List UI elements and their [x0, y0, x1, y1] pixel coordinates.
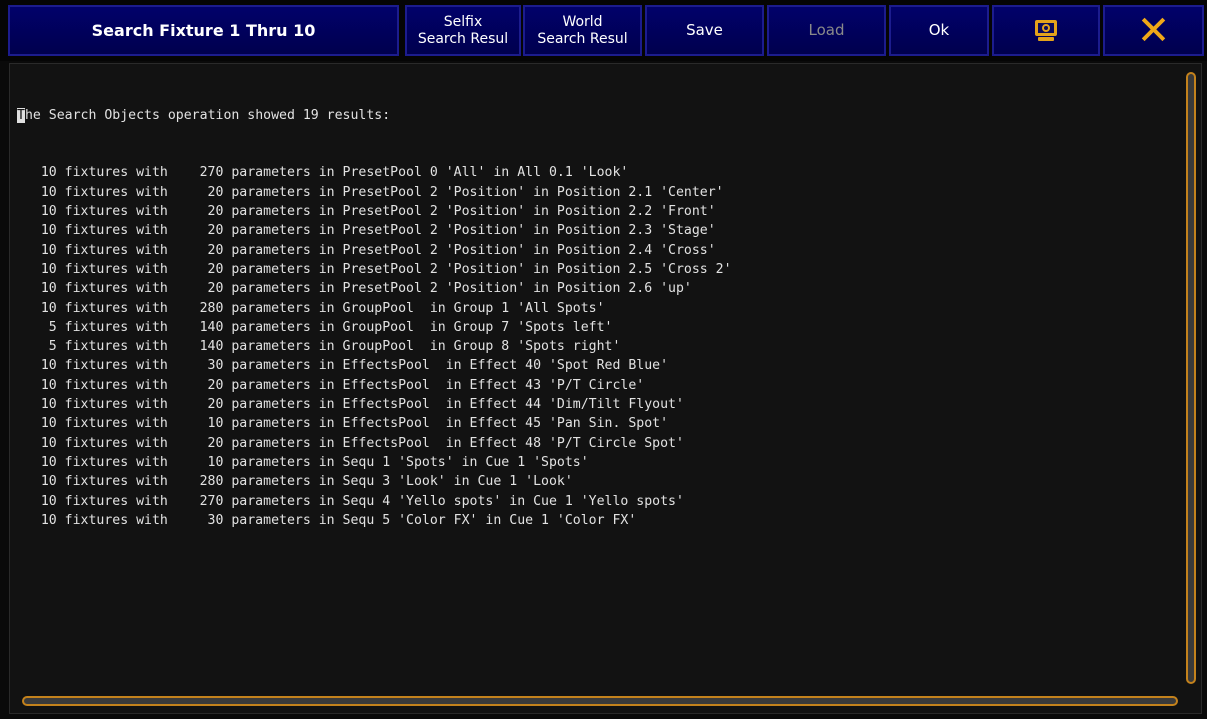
load-label: Load — [808, 21, 845, 39]
selfix-search-result-button[interactable]: Selfix Search Resul — [405, 5, 521, 56]
result-line: 10 fixtures with 20 parameters in Preset… — [17, 261, 732, 277]
title-bar: Search Fixture 1 Thru 10 Selfix Search R… — [0, 0, 1207, 61]
result-line: 10 fixtures with 20 parameters in Preset… — [17, 223, 716, 239]
close-button[interactable]: ✕ — [1103, 5, 1204, 56]
monitor-icon — [1033, 19, 1059, 42]
result-line: 10 fixtures with 30 parameters in Sequ 5… — [17, 512, 637, 528]
result-line: 10 fixtures with 20 parameters in Effect… — [17, 435, 684, 451]
screen-button[interactable] — [992, 5, 1100, 56]
close-icon: ✕ — [1136, 7, 1171, 54]
save-button[interactable]: Save — [645, 5, 764, 56]
window-title-text: Search Fixture 1 Thru 10 — [91, 21, 316, 40]
world-label: World — [562, 13, 603, 30]
search-results-panel: The Search Objects operation showed 19 r… — [9, 63, 1202, 714]
result-line: 10 fixtures with 20 parameters in Preset… — [17, 184, 724, 200]
result-line: 10 fixtures with 270 parameters in Sequ … — [17, 493, 684, 509]
result-line: 10 fixtures with 20 parameters in Preset… — [17, 281, 692, 297]
result-line: 10 fixtures with 280 parameters in Group… — [17, 300, 605, 316]
result-line: 10 fixtures with 20 parameters in Preset… — [17, 204, 716, 220]
result-line: 10 fixtures with 30 parameters in Effect… — [17, 358, 669, 374]
ok-label: Ok — [928, 21, 950, 39]
ok-button[interactable]: Ok — [889, 5, 989, 56]
result-line: 5 fixtures with 140 parameters in GroupP… — [17, 339, 621, 355]
results-header: The Search Objects operation showed 19 r… — [17, 106, 1179, 125]
result-line: 10 fixtures with 20 parameters in Effect… — [17, 377, 645, 393]
load-button[interactable]: Load — [767, 5, 886, 56]
result-line: 10 fixtures with 280 parameters in Sequ … — [17, 474, 573, 490]
search-results-output: The Search Objects operation showed 19 r… — [17, 67, 1179, 687]
selfix-sublabel: Search Resul — [417, 30, 509, 47]
result-line: 10 fixtures with 10 parameters in Sequ 1… — [17, 454, 589, 470]
result-line: 10 fixtures with 10 parameters in Effect… — [17, 416, 669, 432]
result-line: 10 fixtures with 270 parameters in Prese… — [17, 165, 629, 181]
save-label: Save — [686, 21, 723, 39]
world-search-result-button[interactable]: World Search Resul — [523, 5, 642, 56]
world-sublabel: Search Resul — [537, 30, 628, 47]
result-line: 10 fixtures with 20 parameters in Preset… — [17, 242, 716, 258]
window-title: Search Fixture 1 Thru 10 — [8, 5, 399, 56]
result-line: 10 fixtures with 20 parameters in Effect… — [17, 397, 684, 413]
result-line: 5 fixtures with 140 parameters in GroupP… — [17, 319, 613, 335]
vertical-scrollbar[interactable] — [1186, 72, 1196, 684]
text-cursor: T — [17, 107, 25, 123]
selfix-label: Selfix — [443, 13, 483, 30]
results-header-text: he Search Objects operation showed 19 re… — [24, 107, 391, 123]
horizontal-scrollbar[interactable] — [22, 696, 1178, 706]
